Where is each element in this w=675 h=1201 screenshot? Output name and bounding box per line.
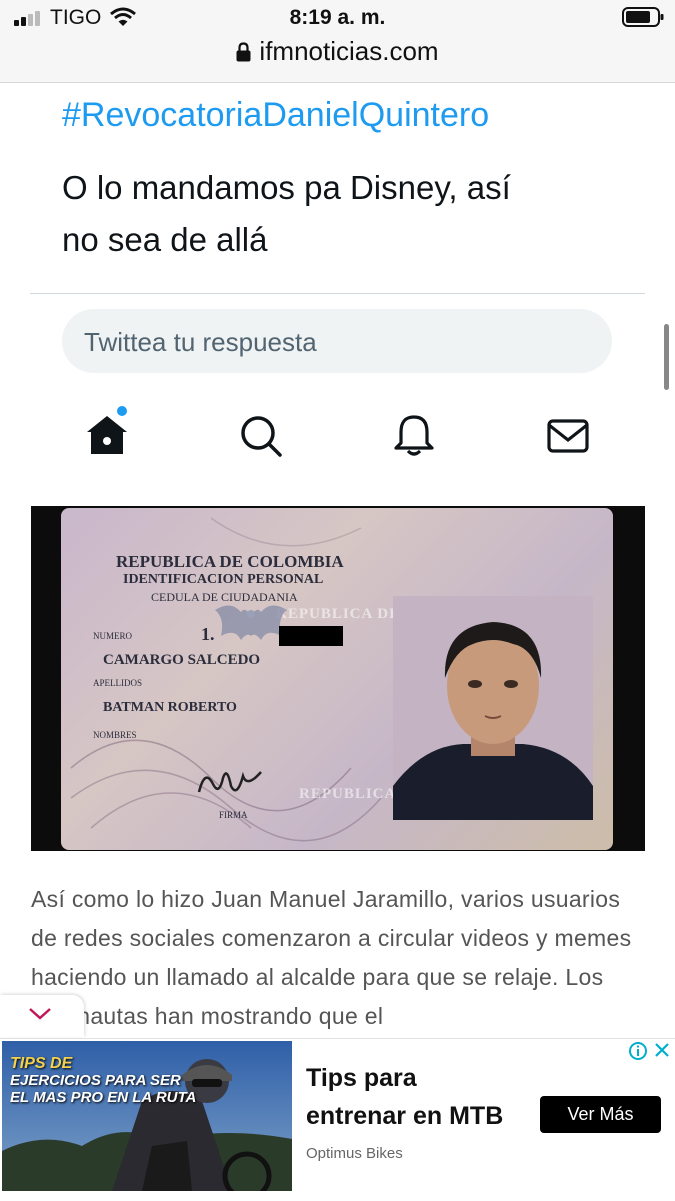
ad-headline[interactable]: Tips para entrenar en MTB: [306, 1059, 536, 1135]
reply-placeholder: Twittea tu respuesta: [84, 327, 317, 357]
ad-image-line1: TIPS DE: [10, 1055, 73, 1072]
card-given-names: BATMAN ROBERTO: [103, 700, 237, 715]
card-apellidos-label: APELLIDOS: [93, 678, 142, 688]
card-nombres-label: NOMBRES: [93, 730, 137, 740]
portrait-photo: [393, 596, 593, 820]
ad-image-line2: EJERCICIOS PARA SER: [10, 1072, 181, 1089]
signature-icon: [197, 771, 262, 793]
tweet-text-line1: O lo mandamos pa Disney, así: [62, 169, 511, 206]
messages-icon[interactable]: [545, 413, 591, 459]
battery-icon: [622, 7, 664, 27]
url-text: ifmnoticias.com: [259, 36, 439, 66]
card-surname: CAMARGO SALCEDO: [103, 652, 261, 668]
status-time: 8:19 a. m.: [289, 6, 386, 29]
ad-banner[interactable]: TIPS DE EJERCICIOS PARA SER EL MAS PRO E…: [0, 1038, 675, 1201]
home-icon[interactable]: [84, 412, 130, 458]
lock-icon: [236, 42, 251, 62]
id-card: REPUBLICA DE COLOMBIA IDENTIFICACION PER…: [61, 508, 613, 850]
notifications-icon[interactable]: [391, 412, 437, 458]
search-icon[interactable]: [238, 413, 284, 459]
card-country: REPUBLICA DE COLOMBIA: [116, 552, 344, 571]
divider: [30, 293, 645, 294]
ad-image[interactable]: TIPS DE EJERCICIOS PARA SER EL MAS PRO E…: [2, 1041, 292, 1191]
ad-collapse-button[interactable]: [0, 995, 84, 1037]
ad-image-line3: EL MAS PRO EN LA RUTA: [10, 1089, 197, 1106]
reply-input[interactable]: Twittea tu respuesta: [62, 309, 612, 373]
ad-choices-icon[interactable]: [628, 1041, 674, 1061]
scrollbar[interactable]: [664, 324, 669, 390]
article-paragraph: Así como lo hizo Juan Manuel Jaramillo, …: [31, 886, 632, 1029]
tweet-text-line2: no sea de allá: [62, 221, 268, 258]
tweet-text: O lo mandamos pa Disney, así no sea de a…: [62, 162, 622, 266]
address-bar[interactable]: ifmnoticias.com: [0, 36, 675, 67]
ad-headline-line2: entrenar en MTB: [306, 1102, 504, 1130]
hashtag-link[interactable]: #RevocatoriaDanielQuintero: [62, 96, 489, 135]
chevron-down-icon: [29, 1008, 51, 1020]
ad-cta-button[interactable]: Ver Más: [540, 1096, 661, 1133]
card-id-type: IDENTIFICACION PERSONAL: [123, 572, 324, 587]
notification-dot: [117, 406, 127, 416]
ad-headline-line1: Tips para: [306, 1064, 417, 1092]
redaction-bar: [279, 626, 343, 646]
id-card-image: REPUBLICA DE COLOMBIA IDENTIFICACION PER…: [31, 506, 645, 851]
card-firma-label: FIRMA: [219, 810, 248, 820]
card-numero-label: NUMERO: [93, 631, 133, 641]
ad-advertiser[interactable]: Optimus Bikes: [306, 1145, 403, 1162]
browser-status-bar: TIGO 8:19 a. m. ifmnoticias.com: [0, 0, 675, 83]
card-numero-value: 1.: [201, 624, 215, 644]
